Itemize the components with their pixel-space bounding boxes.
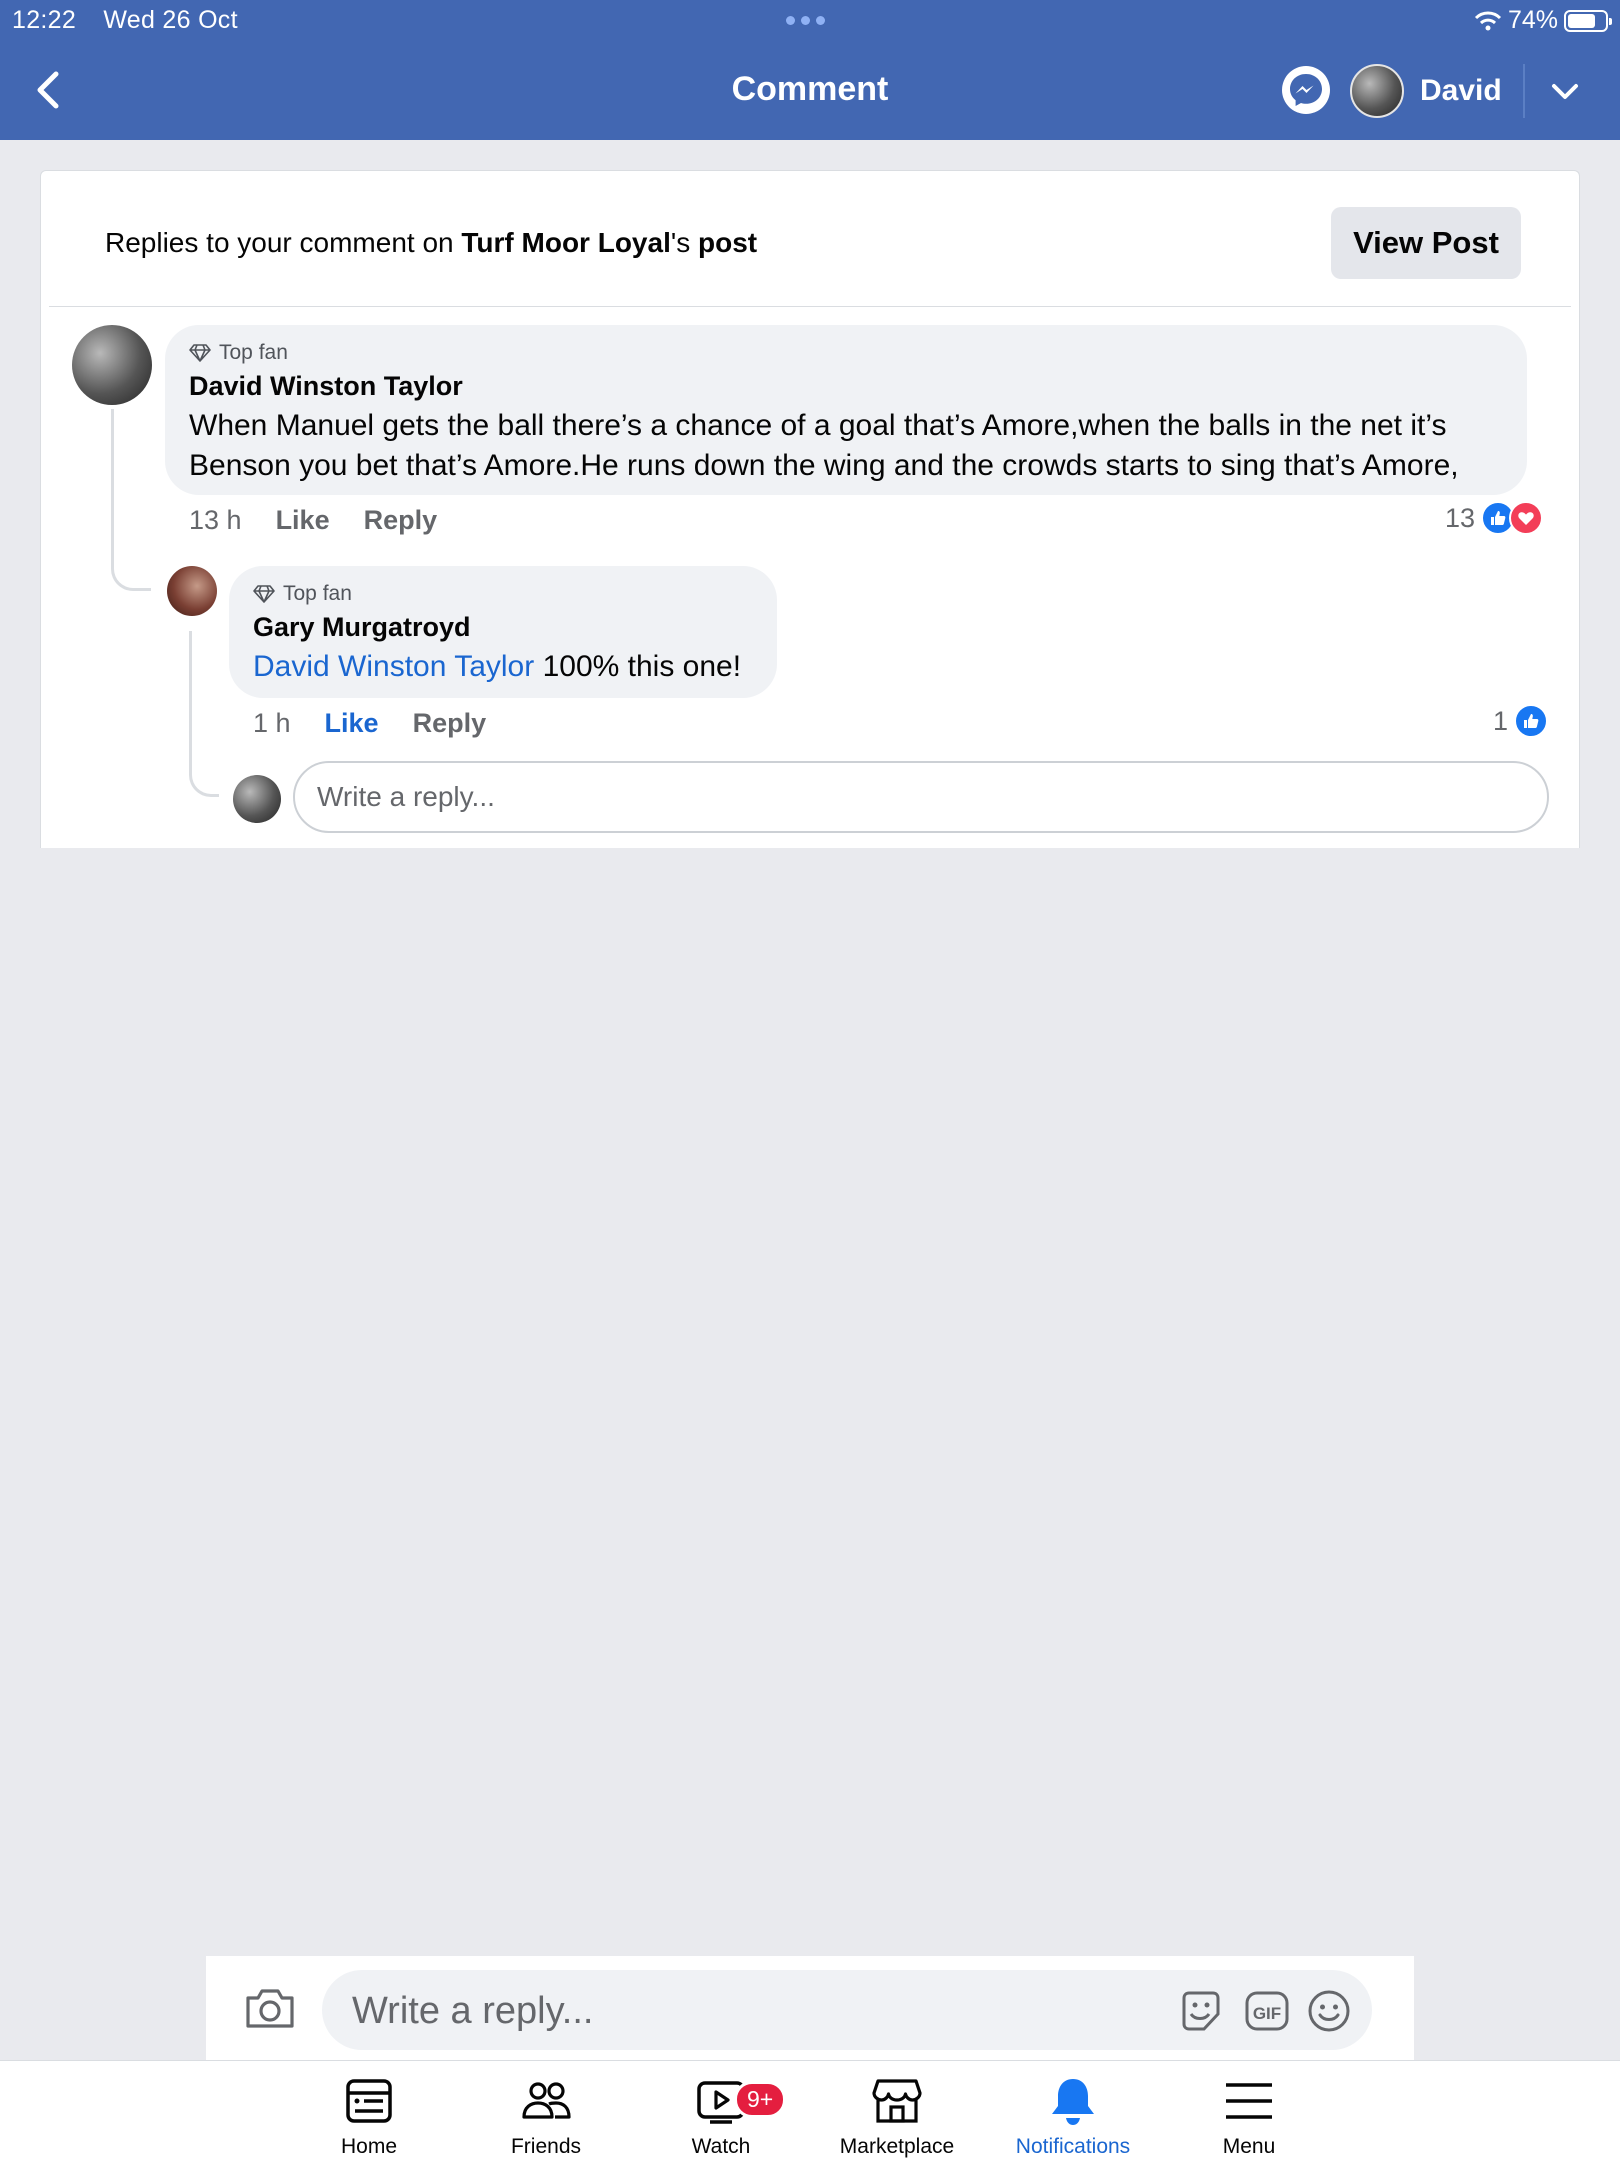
battery-percent: 74% bbox=[1507, 6, 1558, 34]
tab-label: Home bbox=[340, 2135, 398, 2158]
svg-text:GIF: GIF bbox=[1253, 2004, 1281, 2023]
status-bar-right: 74% bbox=[1474, 6, 1612, 35]
tab-marketplace[interactable]: Marketplace bbox=[812, 2075, 982, 2159]
composer-placeholder: Write a reply... bbox=[352, 1990, 594, 2032]
tab-menu[interactable]: Menu bbox=[1164, 2075, 1334, 2159]
like-button[interactable]: Like bbox=[276, 505, 330, 536]
reaction-summary[interactable]: 1 bbox=[1493, 704, 1549, 738]
emoji-icon[interactable] bbox=[1306, 1988, 1352, 2034]
tab-watch[interactable]: 9+ Watch bbox=[636, 2075, 806, 2159]
thumbs-up-icon bbox=[1514, 704, 1549, 738]
thread-reply-input[interactable]: Write a reply... bbox=[293, 761, 1549, 833]
comment-card: Replies to your comment on Turf Moor Loy… bbox=[40, 170, 1580, 848]
marketplace-icon bbox=[872, 2079, 922, 2123]
comment-author[interactable]: David Winston Taylor bbox=[189, 371, 1503, 402]
comment-author[interactable]: Gary Murgatroyd bbox=[253, 612, 753, 643]
friends-icon bbox=[522, 2082, 571, 2119]
avatar bbox=[1350, 64, 1404, 118]
gif-icon[interactable]: GIF bbox=[1244, 1988, 1290, 2034]
battery-icon bbox=[1564, 9, 1612, 32]
view-post-button[interactable]: View Post bbox=[1331, 207, 1521, 279]
camera-icon[interactable] bbox=[244, 1984, 296, 2032]
tab-label: Watch bbox=[691, 2135, 751, 2158]
comment-author-avatar[interactable] bbox=[167, 566, 217, 616]
tab-label: Notifications bbox=[1015, 2135, 1131, 2158]
status-bar-left: 12:22 Wed 26 Oct bbox=[12, 6, 238, 35]
comment-time[interactable]: 1 h bbox=[253, 708, 291, 739]
card-header: Replies to your comment on Turf Moor Loy… bbox=[49, 171, 1571, 307]
tab-label: Marketplace bbox=[839, 2135, 955, 2158]
profile-name: David bbox=[1420, 74, 1502, 107]
home-icon bbox=[346, 2079, 392, 2123]
reply-button[interactable]: Reply bbox=[413, 708, 487, 739]
post-link[interactable]: post bbox=[698, 227, 757, 258]
like-button[interactable]: Like bbox=[325, 708, 379, 739]
page-name-link[interactable]: Turf Moor Loyal bbox=[461, 227, 670, 258]
header-prefix: Replies to your comment on bbox=[105, 227, 462, 258]
comment-text: When Manuel gets the ball there’s a chan… bbox=[189, 409, 1459, 482]
comment-body: 100% this one! bbox=[534, 650, 742, 683]
tab-notifications[interactable]: Notifications bbox=[988, 2075, 1158, 2159]
status-time: 12:22 bbox=[12, 6, 77, 34]
thread-connector bbox=[189, 631, 219, 797]
tab-label: Menu bbox=[1222, 2135, 1276, 2158]
notifications-icon bbox=[1052, 2079, 1094, 2125]
comment-bubble: Top fan David Winston Taylor When Manuel… bbox=[165, 325, 1527, 495]
reply-button[interactable]: Reply bbox=[364, 505, 438, 536]
bottom-tab-bar: Home Friends 9+ Watch Marketplace Notifi… bbox=[0, 2060, 1620, 2160]
profile-button[interactable]: David bbox=[1350, 64, 1502, 118]
messenger-icon bbox=[1285, 69, 1327, 111]
tab-home[interactable]: Home bbox=[284, 2075, 454, 2159]
comment-author-avatar[interactable] bbox=[72, 325, 152, 405]
watch-badge: 9+ bbox=[734, 2081, 787, 2118]
comment-bubble: Top fan Gary Murgatroyd David Winston Ta… bbox=[229, 566, 777, 698]
comment-actions: 13 h Like Reply bbox=[189, 505, 437, 536]
diamond-icon bbox=[253, 585, 275, 603]
comment-actions: 1 h Like Reply bbox=[253, 708, 486, 739]
tab-friends[interactable]: Friends bbox=[461, 2075, 631, 2159]
status-date: Wed 26 Oct bbox=[103, 6, 238, 34]
menu-icon bbox=[1226, 2083, 1272, 2119]
comment-text: David Winston Taylor 100% this one! bbox=[253, 647, 753, 687]
top-bar: 12:22 Wed 26 Oct 74% Comment David bbox=[0, 0, 1620, 140]
chevron-down-icon[interactable] bbox=[1548, 74, 1582, 108]
reaction-count: 13 bbox=[1445, 502, 1476, 533]
reaction-count: 1 bbox=[1493, 705, 1509, 736]
multitasking-dots-icon[interactable] bbox=[786, 16, 825, 25]
top-fan-label: Top fan bbox=[283, 582, 352, 605]
top-fan-label: Top fan bbox=[219, 341, 288, 364]
card-header-text: Replies to your comment on Turf Moor Loy… bbox=[105, 227, 757, 259]
current-user-avatar bbox=[233, 775, 281, 823]
comment-time[interactable]: 13 h bbox=[189, 505, 242, 536]
thread-connector bbox=[111, 409, 151, 591]
tab-label: Friends bbox=[510, 2135, 582, 2158]
top-fan-badge: Top fan bbox=[253, 582, 753, 606]
sticker-icon[interactable] bbox=[1178, 1988, 1224, 2034]
composer-input[interactable]: Write a reply... GIF bbox=[322, 1970, 1372, 2050]
heart-icon bbox=[1509, 501, 1544, 535]
messenger-button[interactable] bbox=[1282, 66, 1330, 114]
diamond-icon bbox=[189, 344, 211, 362]
nav-divider bbox=[1523, 64, 1525, 118]
reply-composer: Write a reply... GIF bbox=[206, 1956, 1414, 2060]
header-suffix: 's bbox=[670, 227, 698, 258]
reaction-summary[interactable]: 13 bbox=[1445, 501, 1544, 535]
top-fan-badge: Top fan bbox=[189, 341, 1503, 365]
wifi-icon bbox=[1474, 11, 1502, 30]
thread-reply-placeholder: Write a reply... bbox=[317, 781, 495, 812]
mention-link[interactable]: David Winston Taylor bbox=[253, 650, 534, 683]
